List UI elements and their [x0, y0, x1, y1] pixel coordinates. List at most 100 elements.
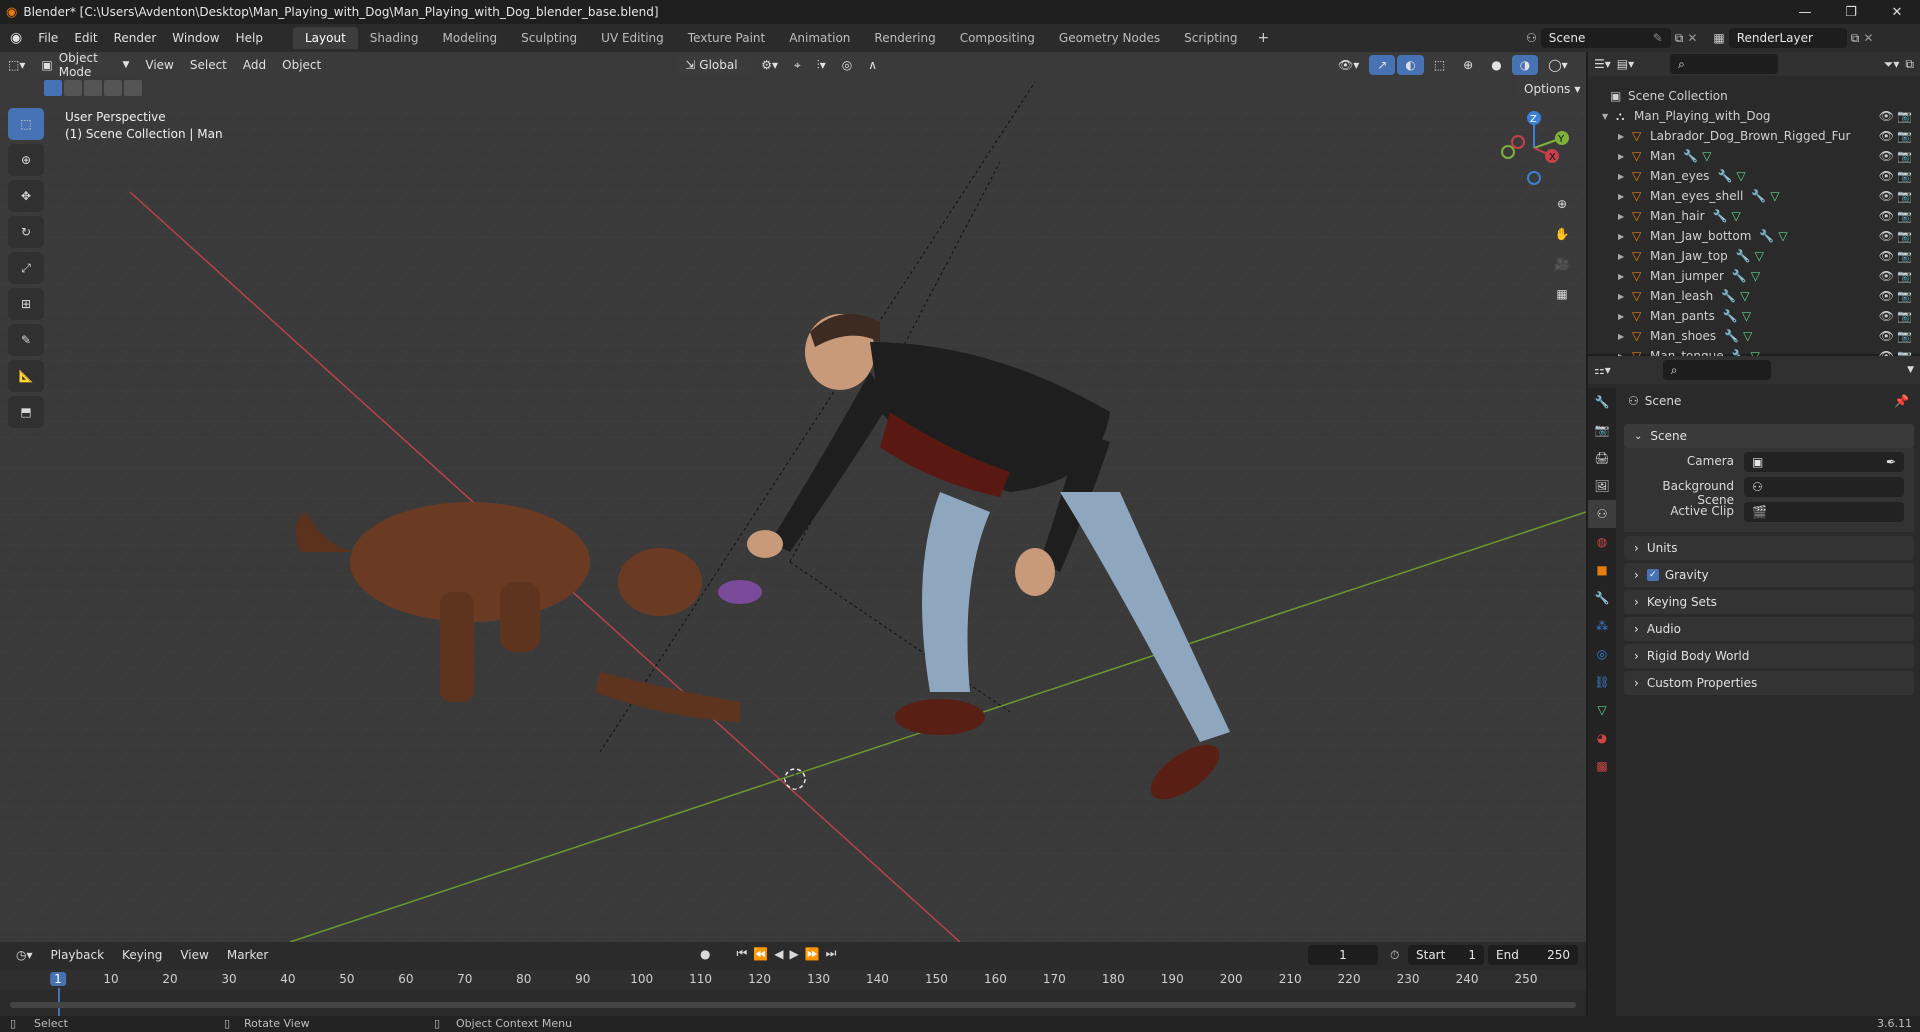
active-clip-field[interactable]: 🎬 [1744, 502, 1904, 522]
3d-viewport[interactable]: User Perspective (1) Scene Collection | … [0, 52, 1586, 942]
disclosure-triangle-icon[interactable]: ▶ [1618, 312, 1632, 321]
menu-help[interactable]: Help [228, 31, 271, 45]
keying-sets-panel[interactable]: › Keying Sets [1624, 590, 1914, 614]
output-tab-icon[interactable]: 🖨 [1588, 444, 1616, 472]
camera-field[interactable]: ▣ ✒ [1744, 452, 1904, 472]
eye-icon[interactable]: 👁 [1879, 229, 1894, 243]
blender-menu-icon[interactable]: ◉ [0, 30, 30, 46]
custom-properties-panel[interactable]: › Custom Properties [1624, 671, 1914, 695]
falloff-icon[interactable]: ∧ [860, 55, 885, 75]
properties-editor-icon[interactable]: ⚏▾ [1594, 363, 1611, 377]
data-tab-icon[interactable]: ▽ [1588, 696, 1616, 724]
eye-icon[interactable]: 👁 [1879, 189, 1894, 203]
eye-icon[interactable]: 👁 [1879, 249, 1894, 263]
pan-hand-icon[interactable]: ✋ [1548, 220, 1576, 248]
outliner-item[interactable]: ▶ ▽ Man_eyes 🔧 ▽ 👁 📷 [1588, 166, 1920, 186]
disclosure-triangle-icon[interactable]: ▶ [1618, 192, 1632, 201]
view-layer-selector[interactable]: RenderLayer [1728, 28, 1847, 48]
maximize-icon[interactable]: ❐ [1828, 0, 1874, 24]
audio-panel[interactable]: › Audio [1624, 617, 1914, 641]
jump-keyframe-forward-icon[interactable]: ⏩ [805, 947, 820, 961]
play-reverse-icon[interactable]: ◀ [774, 947, 783, 961]
measure-tool-icon[interactable]: 📐 [8, 360, 44, 392]
menu-render[interactable]: Render [106, 31, 165, 45]
constraints-tab-icon[interactable]: ⛓ [1588, 668, 1616, 696]
ortho-toggle-icon[interactable]: ▦ [1548, 280, 1576, 308]
new-collection-icon[interactable]: ⧉ [1905, 57, 1914, 72]
add-workspace-icon[interactable]: + [1250, 30, 1278, 46]
outliner-item[interactable]: ▶ ▽ Man_leash 🔧 ▽ 👁 📷 [1588, 286, 1920, 306]
end-frame-field[interactable]: End 250 [1488, 945, 1578, 965]
close-icon[interactable]: ✕ [1874, 0, 1920, 24]
outliner-item[interactable]: ▶ ▽ Man_pants 🔧 ▽ 👁 📷 [1588, 306, 1920, 326]
particles-tab-icon[interactable]: ⁂ [1588, 612, 1616, 640]
scene-browse-icon[interactable]: ⚇ [1526, 31, 1537, 45]
options-button[interactable]: Options ▼ [1516, 80, 1580, 98]
tab-sculpting[interactable]: Sculpting [509, 27, 589, 49]
jump-start-icon[interactable]: ⏮ [736, 946, 747, 961]
disclosure-triangle-icon[interactable]: ▶ [1618, 272, 1632, 281]
annotate-tool-icon[interactable]: ✎ [8, 324, 44, 356]
chevron-down-icon[interactable]: ▼ [1907, 365, 1914, 375]
timer-icon[interactable]: ⏱ [1390, 948, 1399, 963]
tab-scripting[interactable]: Scripting [1172, 27, 1249, 49]
eyedropper-icon[interactable]: ✒ [1886, 455, 1896, 469]
camera-icon[interactable]: 📷 [1897, 229, 1912, 243]
snap-icon[interactable]: ⌖ [786, 55, 809, 75]
rendered-shading-icon[interactable]: ◯▾ [1540, 55, 1575, 75]
camera-icon[interactable]: 📷 [1897, 109, 1912, 123]
outliner-item[interactable]: ▶ ▽ Man_hair 🔧 ▽ 👁 📷 [1588, 206, 1920, 226]
cursor-tool-icon[interactable]: ⊕ [8, 144, 44, 176]
outliner-scene-collection[interactable]: ▣ Scene Collection [1588, 86, 1920, 106]
filter-icon[interactable]: ⏷▾ [1884, 57, 1900, 72]
camera-icon[interactable]: 📷 [1897, 289, 1912, 303]
transform-orientation-selector[interactable]: ⇲ Global [677, 55, 754, 75]
timeline-menu-marker[interactable]: Marker [219, 945, 276, 965]
move-tool-icon[interactable]: ✥ [8, 180, 44, 212]
eye-icon[interactable]: 👁 [1879, 109, 1894, 123]
tab-animation[interactable]: Animation [777, 27, 862, 49]
current-frame-field[interactable]: 1 [1308, 945, 1378, 965]
view-layer-icon[interactable]: ▦ [1713, 31, 1724, 45]
properties-search-input[interactable]: ⌕ [1662, 360, 1771, 380]
tab-layout[interactable]: Layout [292, 27, 358, 49]
eye-icon[interactable]: 👁 [1879, 169, 1894, 183]
timeline-scrollbar[interactable] [10, 1002, 1576, 1008]
delete-scene-icon[interactable]: ✕ [1687, 31, 1697, 45]
visibility-icon[interactable]: 👁▾ [1330, 55, 1367, 75]
jump-keyframe-back-icon[interactable]: ⏪ [753, 947, 768, 961]
editor-type-icon[interactable]: ⬚▾ [0, 55, 33, 75]
add-cube-tool-icon[interactable]: ⬒ [8, 396, 44, 428]
outliner-item[interactable]: ▶ ▽ Labrador_Dog_Brown_Rigged_Fur 👁 📷 [1588, 126, 1920, 146]
view-layer-tab-icon[interactable]: 🖼 [1588, 472, 1616, 500]
rigid-body-world-panel[interactable]: › Rigid Body World [1624, 644, 1914, 668]
timeline-menu-view[interactable]: View [172, 945, 216, 965]
new-view-layer-icon[interactable]: ⧉ [1851, 31, 1860, 46]
outliner-search-input[interactable]: ⌕ [1670, 54, 1779, 74]
menu-window[interactable]: Window [164, 31, 227, 45]
scale-tool-icon[interactable]: ⤢ [8, 252, 44, 284]
overlay-toggle-icon[interactable]: ◐ [1397, 55, 1424, 75]
frame-ruler[interactable]: 1 10 20 30 40 50 60 70 80 90 100 110 120 130 140 150 160… [0, 970, 1586, 1024]
eye-icon[interactable]: 👁 [1879, 269, 1894, 283]
units-panel[interactable]: › Units [1624, 536, 1914, 560]
timeline-editor-icon[interactable]: ◷▾ [8, 945, 41, 965]
select-intersect-icon[interactable] [124, 80, 142, 96]
outliner-collection[interactable]: ▼ ⛬ Man_Playing_with_Dog 👁 📷 [1588, 106, 1920, 126]
camera-icon[interactable]: 📷 [1897, 209, 1912, 223]
transform-tool-icon[interactable]: ⊞ [8, 288, 44, 320]
snap-target-icon[interactable]: ⫶▾ [809, 55, 834, 75]
physics-tab-icon[interactable]: ◎ [1588, 640, 1616, 668]
scene-tab-icon[interactable]: ⚇ [1588, 500, 1616, 528]
disclosure-triangle-icon[interactable]: ▼ [1602, 112, 1616, 121]
record-icon[interactable]: ● [700, 947, 710, 961]
tab-uv-editing[interactable]: UV Editing [589, 27, 676, 49]
outliner-item[interactable]: ▶ ▽ Man_eyes_shell 🔧 ▽ 👁 📷 [1588, 186, 1920, 206]
disclosure-triangle-icon[interactable]: ▶ [1618, 172, 1632, 181]
disclosure-triangle-icon[interactable]: ▶ [1618, 232, 1632, 241]
zoom-icon[interactable]: ⊕ [1548, 190, 1576, 218]
jump-end-icon[interactable]: ⏭ [826, 946, 837, 961]
camera-view-icon[interactable]: 🎥 [1548, 250, 1576, 278]
modifier-tab-icon[interactable]: 🔧 [1588, 584, 1616, 612]
disclosure-triangle-icon[interactable]: ▶ [1618, 132, 1632, 141]
